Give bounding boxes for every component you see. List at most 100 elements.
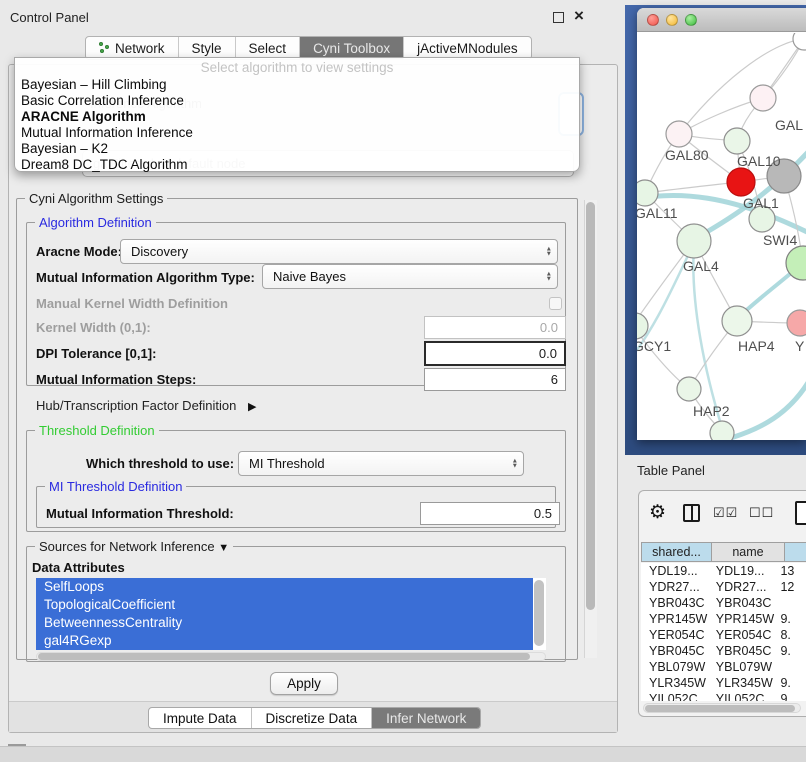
sources-group-title[interactable]: Sources for Network Inference ▼: [35, 539, 233, 554]
network-graph: GALGAL80GAL10GAL1GAL11SWI4GAL4GCY1HAP4YH…: [637, 33, 806, 440]
hub-definition-expander[interactable]: Hub/Transcription Factor Definition ▶: [36, 398, 256, 413]
network-edge[interactable]: [679, 98, 763, 134]
mi-threshold-label: Mutual Information Threshold:: [46, 506, 234, 521]
attribute-list-item[interactable]: TopologicalCoefficient: [36, 596, 533, 614]
mi-threshold-definition-title: MI Threshold Definition: [45, 479, 186, 494]
settings-group-title: Cyni Algorithm Settings: [25, 191, 167, 206]
dpi-tolerance-input[interactable]: 0.0: [424, 341, 566, 366]
network-node[interactable]: [637, 180, 658, 206]
attributes-hscrollbar-thumb[interactable]: [38, 653, 530, 660]
algorithm-option[interactable]: Basic Correlation Inference: [15, 93, 579, 109]
network-node[interactable]: [677, 377, 701, 401]
attribute-list-item[interactable]: BetweennessCentrality: [36, 614, 533, 632]
algorithm-option[interactable]: Dream8 DC_TDC Algorithm: [15, 157, 579, 173]
manual-kernel-width-checkbox[interactable]: [549, 297, 562, 310]
table-panel-title: Table Panel: [637, 463, 705, 478]
export-table-icon[interactable]: [795, 501, 806, 525]
cell-shared-name: YBR045C: [641, 643, 709, 659]
table-panel-window: ⚙ ☑☑ ☐☐ shared... name YDL19... YDL19...…: [638, 490, 806, 717]
table-row[interactable]: YDL19... YDL19... 13: [641, 563, 806, 579]
cell-value: 12: [778, 579, 806, 595]
cell-name: YDR27...: [709, 579, 779, 595]
mi-algorithm-type-select[interactable]: Naive Bayes ▲▼: [262, 264, 558, 289]
expand-arrow-icon[interactable]: ▶: [248, 401, 256, 413]
select-all-checkboxes-icon[interactable]: ☑☑: [713, 505, 738, 521]
cell-shared-name: YIL052C: [641, 691, 709, 701]
cell-name: YBL079W: [709, 659, 779, 675]
network-node[interactable]: [666, 121, 692, 147]
tab-infer-network[interactable]: Infer Network: [372, 708, 480, 728]
gear-icon[interactable]: ⚙: [649, 501, 666, 524]
network-canvas[interactable]: GALGAL80GAL10GAL1GAL11SWI4GAL4GCY1HAP4YH…: [637, 33, 806, 440]
close-panel-icon[interactable]: ×: [574, 6, 584, 26]
tab-discretize-data[interactable]: Discretize Data: [252, 708, 373, 728]
tab-impute-data[interactable]: Impute Data: [149, 708, 252, 728]
deselect-all-checkboxes-icon[interactable]: ☐☐: [749, 505, 774, 521]
tab-cyni-toolbox[interactable]: Cyni Toolbox: [300, 37, 404, 59]
table-row[interactable]: YBL079W YBL079W: [641, 659, 806, 675]
algorithm-option[interactable]: Bayesian – K2: [15, 141, 579, 157]
float-panel-icon[interactable]: [553, 12, 564, 23]
which-threshold-select[interactable]: MI Threshold ▲▼: [238, 451, 524, 476]
tab-select[interactable]: Select: [236, 37, 301, 59]
network-node[interactable]: [677, 224, 711, 258]
attributes-vscrollbar[interactable]: [534, 580, 544, 646]
mi-steps-input[interactable]: 6: [424, 368, 566, 391]
table-row[interactable]: YDR27... YDR27... 12: [641, 579, 806, 595]
tab-style[interactable]: Style: [179, 37, 236, 59]
settings-scrollbar-thumb[interactable]: [586, 202, 595, 610]
tab-jactivemnodules[interactable]: jActiveMNodules: [404, 37, 531, 59]
table-row[interactable]: YLR345W YLR345W 9.: [641, 675, 806, 691]
mi-threshold-input[interactable]: 0.5: [420, 502, 560, 525]
network-node-label: GCY1: [637, 338, 671, 354]
zoom-window-icon[interactable]: [685, 14, 697, 26]
cell-value: [778, 659, 806, 675]
column-header-clipped[interactable]: [785, 542, 806, 562]
control-panel-title: Control Panel: [10, 10, 89, 25]
cell-shared-name: YLR345W: [641, 675, 709, 691]
table-row[interactable]: YPR145W YPR145W 9.: [641, 611, 806, 627]
network-node[interactable]: [722, 306, 752, 336]
table-toolbar: ⚙ ☑☑ ☐☐: [639, 499, 806, 531]
table-body: YDL19... YDL19... 13 YDR27... YDR27... 1…: [641, 563, 806, 701]
cell-value: [778, 595, 806, 611]
cell-value: 9.: [778, 611, 806, 627]
columns-icon[interactable]: [683, 504, 700, 522]
algorithm-option[interactable]: Bayesian – Hill Climbing: [15, 77, 579, 93]
tab-network[interactable]: Network: [86, 37, 179, 59]
threshold-definition-title: Threshold Definition: [35, 423, 159, 438]
column-header-name[interactable]: name: [712, 542, 785, 562]
tab-network-label: Network: [115, 41, 165, 56]
network-node[interactable]: [750, 85, 776, 111]
network-view-window[interactable]: GALGAL80GAL10GAL1GAL11SWI4GAL4GCY1HAP4YH…: [637, 8, 806, 440]
network-node[interactable]: [724, 128, 750, 154]
attribute-list-item[interactable]: SelfLoops: [36, 578, 533, 596]
network-node[interactable]: [787, 310, 806, 336]
which-threshold-label: Which threshold to use:: [86, 456, 234, 471]
minimize-window-icon[interactable]: [666, 14, 678, 26]
column-header-shared-name[interactable]: shared...: [641, 542, 712, 562]
stepper-icon: ▲▼: [546, 271, 552, 282]
table-row[interactable]: YIL052C YIL052C 9: [641, 691, 806, 701]
algorithm-option-selected[interactable]: ARACNE Algorithm: [15, 109, 579, 125]
kernel-width-input[interactable]: 0.0: [424, 316, 566, 339]
aracne-mode-select[interactable]: Discovery ▲▼: [120, 239, 558, 264]
network-node[interactable]: [727, 168, 755, 196]
stepper-icon: ▲▼: [546, 246, 552, 257]
dpi-tolerance-label: DPI Tolerance [0,1]:: [36, 346, 156, 361]
table-row[interactable]: YBR043C YBR043C: [641, 595, 806, 611]
table-row[interactable]: YBR045C YBR045C 9.: [641, 643, 806, 659]
collapse-arrow-icon[interactable]: ▼: [218, 542, 229, 554]
network-node[interactable]: [793, 33, 806, 50]
network-node-label: HAP4: [738, 338, 775, 354]
cell-shared-name: YBL079W: [641, 659, 709, 675]
close-window-icon[interactable]: [647, 14, 659, 26]
algorithm-option[interactable]: Mutual Information Inference: [15, 125, 579, 141]
table-hscrollbar-thumb[interactable]: [645, 705, 795, 712]
table-row[interactable]: YER054C YER054C 8.: [641, 627, 806, 643]
apply-button[interactable]: Apply: [270, 672, 338, 695]
attribute-list-item[interactable]: gal4RGexp: [36, 632, 533, 650]
network-window-titlebar[interactable]: [637, 8, 806, 32]
network-node[interactable]: [710, 421, 734, 440]
app-screen: Control Panel × Network Style Select Cyn…: [0, 0, 806, 762]
